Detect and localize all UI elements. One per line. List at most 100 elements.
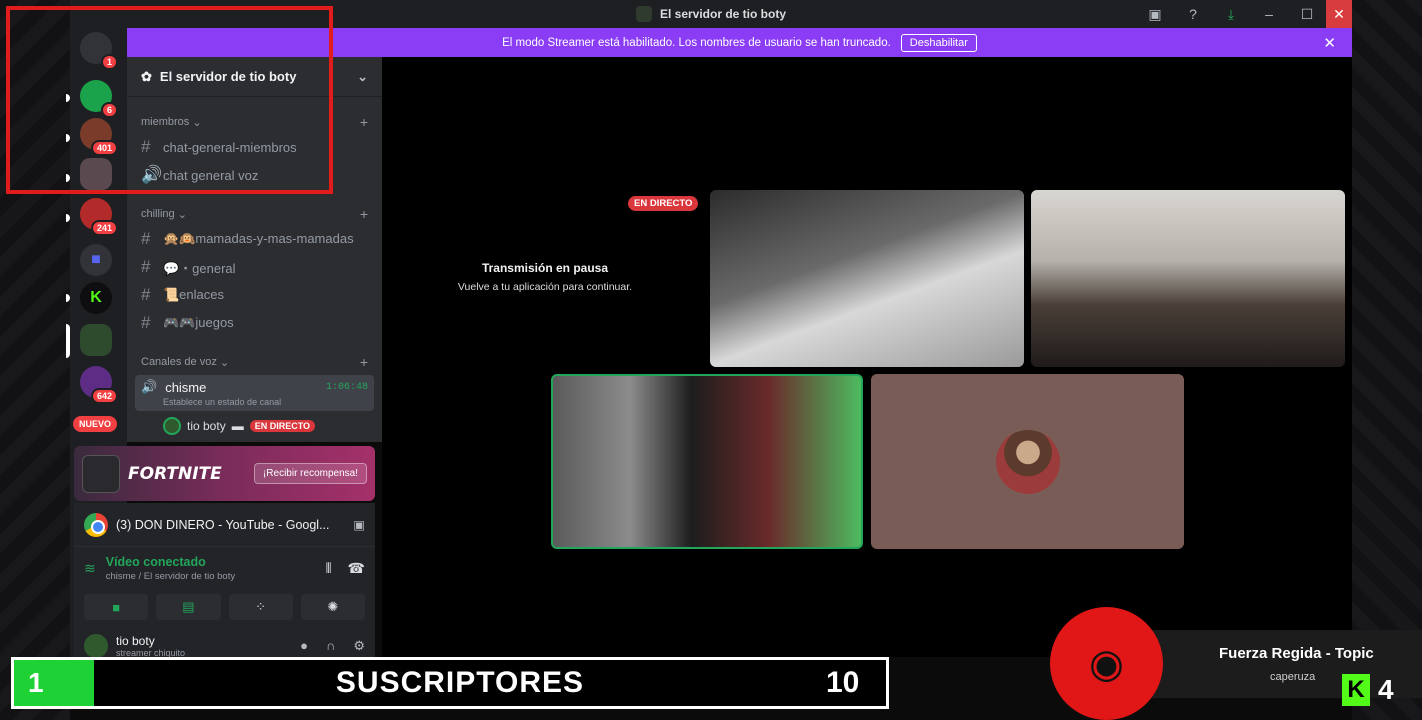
server-icon[interactable]: 6 — [80, 80, 118, 118]
channel-item[interactable]: # 📜enlaces — [127, 281, 382, 309]
voice-channel-name: chisme — [165, 379, 207, 395]
server-icon[interactable] — [80, 324, 112, 356]
speaker-icon: 🔊 — [141, 165, 163, 184]
screen-share-button[interactable]: ▤ — [156, 594, 221, 620]
category-label: miembros — [141, 116, 190, 128]
live-badge: EN DIRECTO — [249, 420, 316, 432]
avatar[interactable] — [84, 634, 108, 658]
voice-panel: (3) DON DINERO - YouTube - Googl... ▣ ≋ … — [74, 503, 375, 668]
unread-pill — [66, 294, 70, 302]
add-channel-icon[interactable]: + — [360, 206, 368, 222]
channel-label: 🙊🙉mamadas-y-mas-mamadas — [163, 231, 354, 246]
voice-member[interactable]: tio boty ▬ EN DIRECTO — [127, 413, 382, 435]
background-left — [0, 0, 70, 720]
video-stage: Transmisión en pausa Vuelve a tu aplicac… — [382, 57, 1352, 657]
channel-item[interactable]: # 💬・general — [127, 253, 382, 281]
server-header[interactable]: ✿ El servidor de tio boty ⌄ — [127, 57, 382, 97]
activity-row[interactable]: (3) DON DINERO - YouTube - Googl... ▣ — [74, 503, 375, 547]
voice-status: Vídeo conectado — [105, 555, 206, 569]
maximize-button[interactable]: ☐ — [1288, 0, 1326, 28]
hash-icon: # — [141, 313, 151, 332]
selected-pill — [66, 324, 70, 358]
game-title: FORTNITE — [128, 463, 222, 484]
kick-logo-icon: K — [1342, 674, 1370, 706]
subscriber-count: 1 — [14, 660, 94, 706]
server-icon[interactable]: 642 — [80, 366, 118, 404]
video-tile-avatar[interactable] — [871, 374, 1184, 549]
server-icon[interactable]: 401 — [80, 118, 118, 156]
game-promo-card[interactable]: FORTNITE ¡Recibir recompensa! — [74, 446, 375, 501]
disable-streamer-button[interactable]: Deshabilitar — [900, 33, 977, 52]
category-chilling[interactable]: chilling ⌄ + — [127, 203, 382, 225]
close-window-button[interactable]: ✕ — [1326, 0, 1352, 28]
noise-suppression-icon[interactable]: ⫴ — [326, 560, 332, 577]
unread-pill — [66, 214, 70, 222]
unread-pill — [66, 94, 70, 102]
subscriber-label: SUSCRIPTORES — [335, 666, 585, 699]
server-name: El servidor de tio boty — [159, 69, 297, 84]
activity-label: (3) DON DINERO - YouTube - Googl... — [116, 517, 330, 532]
signal-icon[interactable]: ≋ — [84, 560, 96, 577]
hash-icon: # — [141, 137, 151, 156]
video-tile[interactable] — [1031, 190, 1345, 367]
gear-icon[interactable]: ⚙ — [353, 638, 365, 654]
live-badge: EN DIRECTO — [628, 196, 699, 211]
server-icon[interactable] — [80, 158, 112, 190]
server-icon[interactable]: 241 — [80, 198, 118, 236]
close-icon[interactable]: ✕ — [1323, 34, 1336, 52]
inbox-icon[interactable]: ▣ — [1136, 0, 1174, 28]
kick-icon[interactable]: K — [80, 282, 112, 314]
add-channel-icon[interactable]: + — [360, 354, 368, 370]
mic-icon[interactable]: ● — [300, 638, 308, 654]
channel-status-placeholder[interactable]: Establece un estado de canal — [163, 397, 368, 407]
category-voice[interactable]: Canales de voz ⌄ + — [127, 351, 382, 373]
kick-follower-count: K 4 — [1342, 674, 1394, 706]
streamer-mode-banner: El modo Streamer está habilitado. Los no… — [127, 28, 1352, 57]
category-label: chilling — [141, 208, 175, 220]
camera-icon: ▬ — [231, 419, 244, 433]
add-channel-icon[interactable]: + — [360, 114, 368, 130]
active-voice-channel[interactable]: 🔊 chisme 1:06:48 Establece un estado de … — [135, 375, 374, 411]
camera-button[interactable]: ■ — [84, 594, 149, 620]
game-logo — [82, 454, 120, 493]
help-icon[interactable]: ? — [1174, 0, 1212, 28]
hash-icon: # — [141, 257, 151, 276]
folder-icon[interactable]: ■ — [80, 244, 112, 276]
badge: 401 — [90, 140, 118, 156]
unread-pill — [66, 174, 70, 182]
subscriber-goal-bar: 1 SUSCRIPTORES 10 — [11, 657, 889, 709]
avatar — [163, 417, 181, 435]
album-art: ◉ — [1050, 607, 1163, 720]
window-title: El servidor de tio boty — [635, 6, 786, 22]
claim-reward-button[interactable]: ¡Recibir recompensa! — [253, 463, 367, 484]
badge: 6 — [100, 102, 118, 118]
subscriber-goal: 10 — [826, 666, 860, 699]
user-panel[interactable]: tio boty streamer chiquito ● ∩ ⚙ — [74, 624, 375, 658]
channel-item[interactable]: # 🎮🎮juegos — [127, 309, 382, 337]
server-icon — [635, 6, 652, 22]
badge: 1 — [100, 54, 118, 70]
channel-item[interactable]: # 🙊🙉mamadas-y-mas-mamadas — [127, 225, 382, 253]
song-title: Fuerza Regida - Topic — [1219, 645, 1374, 662]
channel-label: 📜enlaces — [163, 287, 224, 302]
stop-stream-icon[interactable]: ▣ — [353, 517, 365, 532]
minimize-button[interactable]: – — [1250, 0, 1288, 28]
category-miembros[interactable]: miembros ⌄ + — [127, 111, 382, 133]
headphones-icon[interactable]: ∩ — [326, 638, 335, 654]
voice-location[interactable]: chisme / El servidor de tio boty — [106, 571, 235, 582]
activities-button[interactable]: ⁘ — [228, 594, 293, 620]
channel-item[interactable]: # chat-general-miembros — [127, 133, 382, 161]
discord-home-icon[interactable]: 1 — [80, 32, 118, 70]
video-tile-speaking[interactable] — [551, 374, 863, 549]
kick-count: 4 — [1378, 674, 1394, 705]
channel-label: 💬・general — [163, 260, 236, 276]
disconnect-icon[interactable]: ☎ — [348, 560, 365, 577]
banner-message: El modo Streamer está habilitado. Los no… — [502, 36, 891, 49]
new-label: NUEVO — [73, 416, 118, 432]
download-icon[interactable]: ⤓ — [1212, 0, 1250, 28]
channel-item[interactable]: 🔊 chat general voz — [127, 161, 382, 189]
video-tile[interactable] — [710, 190, 1024, 367]
voice-connection: ≋ Vídeo conectado chisme / El servidor d… — [74, 547, 375, 590]
server-badge-icon: ✿ — [141, 68, 152, 84]
soundboard-button[interactable]: ✺ — [300, 594, 365, 620]
